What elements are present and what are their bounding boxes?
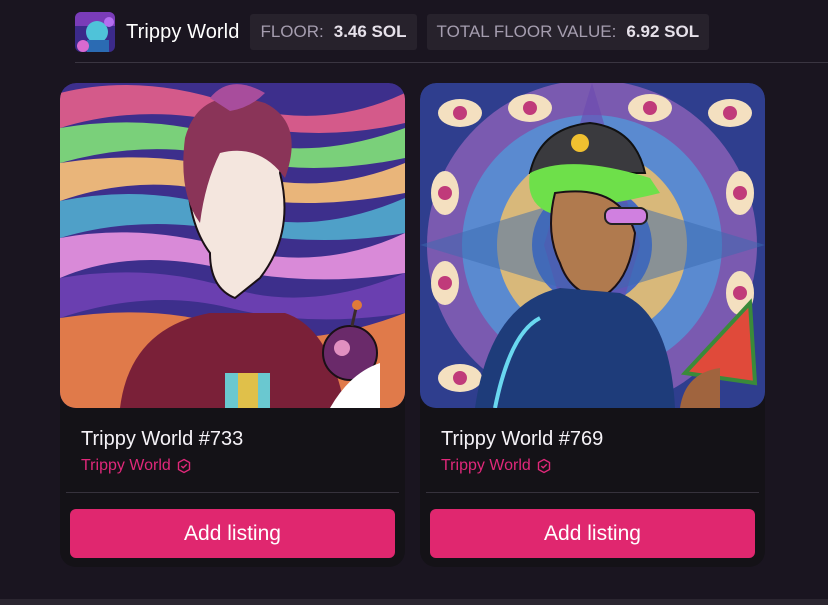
floor-value: 3.46 SOL — [333, 22, 407, 41]
floor-label: FLOOR: — [260, 22, 324, 41]
add-listing-button[interactable]: Add listing — [430, 509, 755, 558]
card-divider — [66, 492, 399, 493]
add-listing-button[interactable]: Add listing — [70, 509, 395, 558]
nft-title[interactable]: Trippy World #769 — [441, 428, 603, 451]
nft-collection-name: Trippy World — [81, 457, 171, 474]
verified-badge-icon — [177, 458, 190, 474]
bottom-scrollbar[interactable] — [0, 599, 828, 605]
total-floor-value: 6.92 SOL — [626, 22, 700, 41]
verified-badge-icon — [537, 458, 550, 474]
header-divider — [75, 62, 828, 63]
total-floor-label: TOTAL FLOOR VALUE: — [436, 22, 617, 41]
collection-header: Trippy World FLOOR: 3.46 SOL TOTAL FLOOR… — [75, 12, 828, 52]
nft-title[interactable]: Trippy World #733 — [81, 428, 243, 451]
card-divider — [426, 492, 759, 493]
nft-card[interactable]: Trippy World #769 Trippy World Add listi… — [420, 83, 765, 567]
nft-image[interactable] — [420, 83, 765, 408]
nft-collection-link[interactable]: Trippy World — [81, 457, 192, 475]
collection-name[interactable]: Trippy World — [126, 21, 239, 44]
total-floor-stat: TOTAL FLOOR VALUE: 6.92 SOL — [426, 14, 710, 50]
nft-collection-name: Trippy World — [441, 457, 531, 474]
floor-stat: FLOOR: 3.46 SOL — [250, 14, 417, 50]
collection-avatar[interactable] — [75, 12, 115, 52]
nft-collection-link[interactable]: Trippy World — [441, 457, 552, 475]
nft-card[interactable]: Trippy World #733 Trippy World Add listi… — [60, 83, 405, 567]
nft-image[interactable] — [60, 83, 405, 408]
